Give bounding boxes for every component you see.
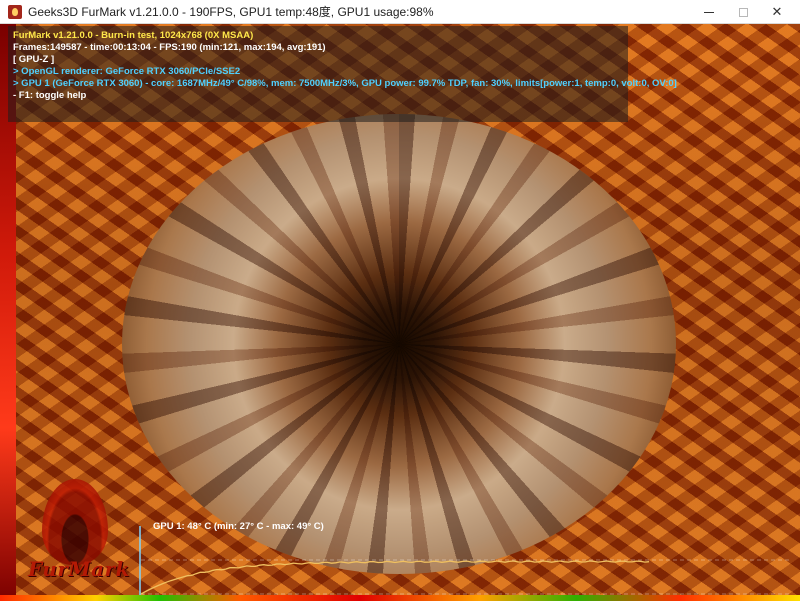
logo-text: FurMark — [28, 557, 130, 581]
gpuz-line: [ GPU-Z ] — [13, 54, 55, 65]
furmark-logo: FurMark — [28, 479, 130, 589]
temperature-graph: GPU 1: 48° C (min: 27° C - max: 49° C) — [139, 520, 789, 601]
fur-texture-streaks — [122, 114, 676, 574]
frames-line: Frames:149587 - time:00:13:04 - FPS:190 … — [13, 42, 326, 53]
furmark-app-icon — [8, 4, 22, 19]
close-icon: ✕ — [771, 4, 783, 20]
minimize-icon — [704, 11, 714, 13]
title-bar[interactable]: Geeks3D FurMark v1.21.0.0 - 190FPS, GPU1… — [0, 0, 800, 24]
temperature-line — [140, 560, 650, 595]
gpu-status-line: > GPU 1 (GeForce RTX 3060) - core: 1687M… — [13, 78, 677, 89]
renderer-line: > OpenGL renderer: GeForce RTX 3060/PCIe… — [13, 66, 241, 77]
temperature-graph-svg — [139, 526, 789, 601]
close-button[interactable]: ✕ — [754, 0, 800, 24]
furmark-window: Geeks3D FurMark v1.21.0.0 - 190FPS, GPU1… — [0, 0, 800, 601]
maximize-icon — [738, 7, 748, 17]
render-viewport[interactable]: FurMark v1.21.0.0 - Burn-in test, 1024x7… — [0, 24, 800, 601]
window-title: Geeks3D FurMark v1.21.0.0 - 190FPS, GPU1… — [28, 5, 434, 19]
help-line: - F1: toggle help — [13, 90, 87, 101]
version-line: FurMark v1.21.0.0 - Burn-in test, 1024x7… — [13, 30, 254, 41]
bottom-color-strip — [0, 595, 800, 601]
graph-label: GPU 1: 48° C (min: 27° C - max: 49° C) — [153, 521, 324, 532]
info-overlay: FurMark v1.21.0.0 - Burn-in test, 1024x7… — [8, 26, 677, 122]
flame-icon — [42, 479, 108, 565]
